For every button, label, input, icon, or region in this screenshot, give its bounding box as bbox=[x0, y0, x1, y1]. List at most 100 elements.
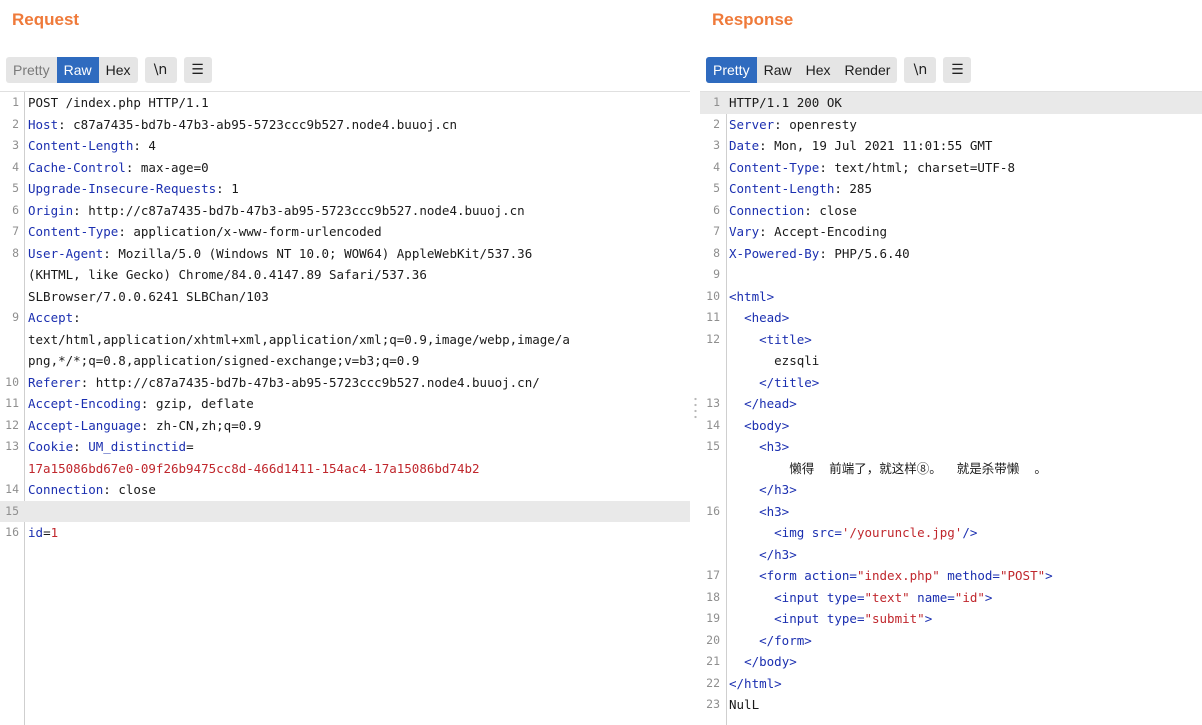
code-line: </h3> bbox=[700, 544, 1202, 566]
code-line: 9 Accept: bbox=[0, 307, 690, 329]
line-content: Accept: bbox=[28, 307, 81, 329]
header-value: : openresty bbox=[774, 116, 857, 132]
code-line: 5 Upgrade-Insecure-Requests: 1 bbox=[0, 178, 690, 200]
request-toolbar: Pretty Raw Hex \n ☰ bbox=[6, 56, 212, 84]
code-line: 20 </form> bbox=[700, 630, 1202, 652]
code-line: 4 Cache-Control: max-age=0 bbox=[0, 157, 690, 179]
line-content: <input type="submit"> bbox=[729, 608, 932, 630]
line-number: 6 bbox=[713, 202, 720, 217]
code-line: 11 <head> bbox=[700, 307, 1202, 329]
line-number: 20 bbox=[706, 632, 720, 647]
header-name: Accept bbox=[28, 310, 74, 325]
code-line: 8 X-Powered-By: PHP/5.6.40 bbox=[700, 243, 1202, 265]
line-number: 18 bbox=[706, 589, 720, 604]
code-line: 11 Accept-Encoding: gzip, deflate bbox=[0, 393, 690, 415]
line-content: (KHTML, like Gecko) Chrome/84.0.4147.89 … bbox=[28, 264, 427, 286]
line-content: <head> bbox=[729, 307, 789, 329]
line-content: <input type="text" name="id"> bbox=[729, 587, 992, 609]
line-content: HTTP/1.1 200 OK bbox=[729, 92, 842, 114]
line-content: Host: c87a7435-bd7b-47b3-ab95-5723ccc9b5… bbox=[28, 114, 457, 136]
header-value: : 4 bbox=[133, 138, 156, 153]
header-name: Connection bbox=[729, 202, 805, 218]
line-number: 4 bbox=[12, 159, 19, 174]
code-token: <title> bbox=[759, 331, 812, 347]
tab-render[interactable]: Render bbox=[838, 57, 898, 83]
code-token: 懒得 前端了，就这样⑧。 就是杀带懒 。 bbox=[729, 460, 1047, 476]
line-content: Connection: close bbox=[729, 200, 857, 222]
code-line: </title> bbox=[700, 372, 1202, 394]
header-value: SLBrowser/7.0.0.6241 SLBChan/103 bbox=[28, 288, 269, 304]
header-value: : 1 bbox=[216, 181, 239, 196]
show-newlines-button[interactable]: \n bbox=[144, 57, 177, 83]
line-content: Referer: http://c87a7435-bd7b-47b3-ab95-… bbox=[28, 372, 540, 394]
code-line: 5 Content-Length: 285 bbox=[700, 178, 1202, 200]
line-number: 5 bbox=[12, 181, 19, 195]
code-line: 19 <input type="submit"> bbox=[700, 608, 1202, 630]
line-content: <body> bbox=[729, 415, 789, 437]
code-line: 13 </head> bbox=[700, 393, 1202, 415]
code-line: 21 </body> bbox=[700, 651, 1202, 673]
header-name: X-Powered-By bbox=[729, 245, 820, 261]
code-token: type= bbox=[826, 611, 865, 626]
code-line: SLBrowser/7.0.0.6241 SLBChan/103 bbox=[0, 286, 690, 308]
header-name: Content-Type bbox=[28, 224, 119, 239]
code-line: png,*/*;q=0.8,application/signed-exchang… bbox=[0, 350, 690, 372]
header-name: Referer bbox=[28, 374, 81, 390]
code-line: 13 Cookie: UM_distinctid= bbox=[0, 436, 690, 458]
line-number: 14 bbox=[706, 417, 720, 432]
line-content: Vary: Accept-Encoding bbox=[729, 221, 887, 243]
line-number: 21 bbox=[706, 654, 720, 668]
header-name: Server bbox=[729, 116, 775, 132]
code-line: 9 bbox=[700, 264, 1202, 286]
header-name: Cookie bbox=[28, 439, 74, 454]
response-toolbar: Pretty Raw Hex Render \n ☰ bbox=[706, 56, 972, 84]
code-token: </html> bbox=[729, 675, 782, 691]
request-editor[interactable]: 1 POST /index.php HTTP/1.1 2 Host: c87a7435… bbox=[0, 91, 690, 725]
code-token: <h3> bbox=[759, 439, 790, 454]
tab-pretty[interactable]: Pretty bbox=[706, 57, 757, 83]
response-editor[interactable]: 1 HTTP/1.1 200 OK 2 Server: openresty 3 Date:… bbox=[700, 91, 1202, 725]
cookie-name: UM_distinctid bbox=[88, 439, 187, 454]
line-number: 10 bbox=[5, 374, 19, 389]
code-token: <body> bbox=[744, 417, 790, 433]
line-number: 8 bbox=[12, 245, 19, 260]
hamburger-icon[interactable]: ☰ bbox=[183, 57, 212, 83]
hamburger-icon[interactable]: ☰ bbox=[943, 57, 972, 83]
header-value: png,*/*;q=0.8,application/signed-exchang… bbox=[28, 353, 420, 368]
header-value: : max-age=0 bbox=[125, 159, 209, 175]
response-title: Response bbox=[712, 10, 794, 29]
response-panel: Response Pretty Raw Hex Render \n ☰ 1 HTT… bbox=[700, 0, 1202, 725]
header-value: : application/x-www-form-urlencoded bbox=[118, 224, 382, 239]
code-line: 10 Referer: http://c87a7435-bd7b-47b3-ab9… bbox=[0, 372, 690, 394]
code-line: 1 POST /index.php HTTP/1.1 bbox=[0, 92, 690, 114]
line-number: 23 bbox=[706, 697, 720, 711]
header-name: Date bbox=[729, 138, 760, 153]
line-content: Server: openresty bbox=[729, 114, 857, 136]
code-token: NulL bbox=[729, 697, 760, 712]
tab-hex[interactable]: Hex bbox=[99, 57, 138, 83]
tab-hex[interactable]: Hex bbox=[799, 57, 838, 83]
code-line: 2 Server: openresty bbox=[700, 114, 1202, 136]
code-line: text/html,application/xhtml+xml,applicat… bbox=[0, 329, 690, 351]
code-token: "POST" bbox=[999, 568, 1046, 583]
tab-raw[interactable]: Raw bbox=[757, 57, 799, 83]
tab-pretty[interactable]: Pretty bbox=[6, 57, 57, 83]
code-line: 7 Vary: Accept-Encoding bbox=[700, 221, 1202, 243]
header-name: Origin bbox=[28, 202, 74, 218]
show-newlines-button[interactable]: \n bbox=[904, 57, 937, 83]
line-content: Accept-Encoding: gzip, deflate bbox=[28, 393, 254, 415]
code-line: 12 <title> bbox=[700, 329, 1202, 351]
line-number: 10 bbox=[706, 288, 720, 303]
line-number: 16 bbox=[706, 503, 720, 518]
panel-splitter[interactable] bbox=[690, 0, 700, 725]
code-token: name= bbox=[909, 589, 955, 605]
line-number: 6 bbox=[12, 202, 19, 217]
code-line: 3 Date: Mon, 19 Jul 2021 11:01:55 GMT bbox=[700, 135, 1202, 157]
header-value: = bbox=[43, 525, 51, 540]
line-content: </body> bbox=[729, 651, 797, 673]
tab-raw[interactable]: Raw bbox=[56, 57, 99, 83]
